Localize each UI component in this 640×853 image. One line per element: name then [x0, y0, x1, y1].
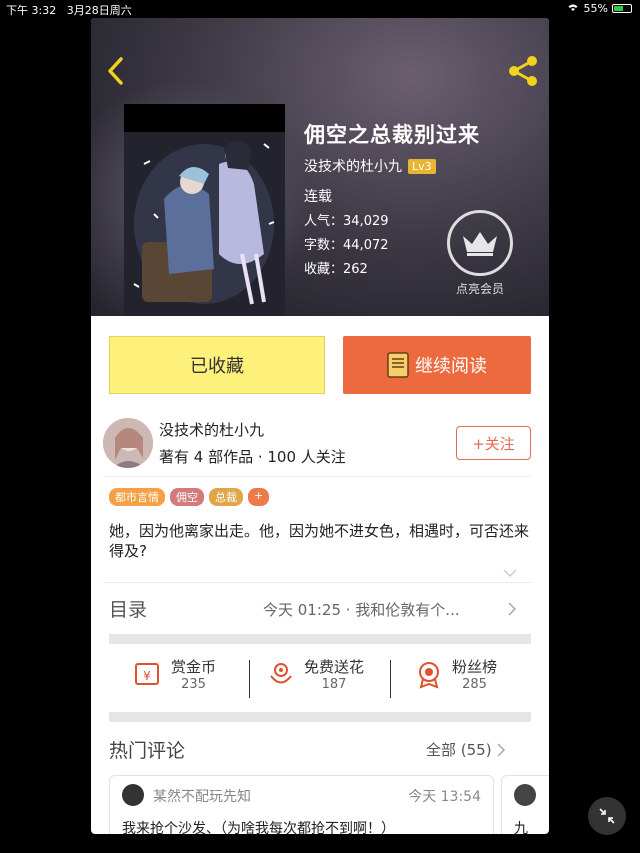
share-button[interactable] [505, 54, 541, 88]
all-comments-label: 全部 (55) [426, 741, 492, 759]
commenter-name[interactable]: 某然不配玩先知 [153, 786, 251, 806]
stat-value: 44,072 [343, 238, 389, 253]
stat-word-count: 字数：44,072 [304, 234, 389, 253]
status-right: 55% [566, 2, 632, 15]
tag-chip[interactable]: 都市言情 [109, 488, 165, 506]
divider [390, 660, 391, 698]
battery-icon [612, 4, 632, 13]
reward-coin-icon: ¥ [135, 663, 159, 685]
stat-label: 字数： [304, 238, 344, 253]
stat-label: 收藏： [304, 262, 344, 277]
fans-ranking-button[interactable]: 粉丝榜 285 [414, 656, 497, 692]
send-flower-count: 187 [321, 677, 347, 692]
cover-illustration [124, 104, 285, 316]
collapse-arrows-icon [599, 808, 615, 824]
divider [103, 476, 531, 477]
author-avatar[interactable] [103, 418, 153, 468]
tag-list: 都市言情 佣空 总裁 + [109, 488, 270, 506]
chevron-down-icon [503, 569, 517, 578]
expand-description-button[interactable] [502, 563, 518, 582]
send-flower-button[interactable]: 免费送花 187 [266, 656, 364, 692]
flower-icon [270, 663, 292, 684]
send-flower-label: 免费送花 [304, 658, 365, 676]
status-bar: 下午 3:32 3月28日周六 55% [0, 0, 640, 18]
stat-value: 262 [343, 262, 368, 277]
commenter-avatar[interactable] [514, 784, 536, 806]
status-date: 3月28日周六 [66, 4, 132, 17]
book-author[interactable]: 没技术的杜小九 [304, 156, 402, 176]
book-header: 佣空之总裁别过来 没技术的杜小九 Lv3 连载 人气：34,029 字数：44,… [91, 18, 549, 316]
stat-label: 人气： [304, 214, 344, 229]
toc-label[interactable]: 目录 [109, 595, 147, 622]
toc-latest-chapter[interactable]: 今天 01:25 · 我和伦敦有个... [263, 599, 460, 620]
chevron-right-icon [497, 742, 505, 757]
author-level-badge: Lv3 [408, 158, 436, 174]
book-author-line: 没技术的杜小九 Lv3 [304, 156, 436, 176]
divider [103, 582, 531, 583]
comment-text: 九 [514, 821, 528, 834]
book-icon [387, 352, 409, 378]
book-status: 连载 [304, 189, 332, 205]
medal-icon [419, 662, 439, 689]
follow-button[interactable]: +关注 [456, 426, 531, 460]
comment-text: 我来抢个沙发、（为啥我每次都抢不到啊！） [122, 821, 395, 834]
section-band [109, 634, 531, 644]
battery-percent: 55% [583, 2, 608, 15]
toc-arrow[interactable] [507, 601, 517, 621]
section-band [109, 712, 531, 722]
tag-chip[interactable]: 总裁 [209, 488, 243, 506]
reward-coins-text: 赏金币 235 [171, 656, 216, 692]
stat-popularity: 人气：34,029 [304, 210, 389, 229]
svg-text:¥: ¥ [143, 669, 151, 683]
status-time-date: 下午 3:32 3月28日周六 [6, 2, 132, 18]
commenter-avatar[interactable] [122, 784, 144, 806]
book-detail-page: 佣空之总裁别过来 没技术的杜小九 Lv3 连载 人气：34,029 字数：44,… [91, 18, 549, 834]
status-time: 下午 3:32 [6, 4, 57, 17]
all-comments-link[interactable]: 全部 (55) [426, 739, 506, 760]
back-button[interactable] [101, 54, 129, 88]
vip-button[interactable]: 点亮会员 [444, 210, 516, 297]
vip-label: 点亮会员 [455, 282, 504, 296]
hot-comments-title: 热门评论 [109, 740, 186, 762]
crown-icon [447, 210, 513, 276]
reward-coins-count: 235 [181, 677, 206, 692]
book-description: 她，因为他离家出走。他，因为她不进女色，相遇时，可否还来得及? [109, 522, 530, 560]
book-title: 佣空之总裁别过来 [304, 123, 480, 147]
favorited-button[interactable]: 已收藏 [109, 336, 325, 394]
comment-card[interactable]: 某然不配玩先知 今天 13:54 我来抢个沙发、（为啥我每次都抢不到啊！） [109, 775, 494, 834]
fans-ranking-count: 285 [462, 677, 487, 692]
reward-coins-label: 赏金币 [171, 658, 217, 676]
add-tag-button[interactable]: + [248, 488, 270, 506]
author-name[interactable]: 没技术的杜小九 [159, 419, 264, 440]
share-icon [509, 56, 537, 86]
continue-reading-button[interactable]: 继续阅读 [343, 336, 531, 394]
wifi-icon [566, 2, 580, 15]
reward-coins-button[interactable]: ¥ 赏金币 235 [133, 656, 216, 692]
chevron-right-icon [508, 602, 517, 616]
chevron-left-icon [108, 57, 123, 85]
book-cover[interactable] [124, 104, 285, 316]
send-flower-text: 免费送花 187 [304, 656, 364, 692]
stat-value: 34,029 [343, 214, 389, 229]
comment-card[interactable]: 九 [501, 775, 549, 834]
divider [249, 660, 250, 698]
author-meta: 著有 4 部作品 · 100 人关注 [159, 448, 346, 466]
stat-favorites: 收藏：262 [304, 258, 368, 277]
comment-time: 今天 13:54 [408, 789, 481, 805]
exit-fullscreen-button[interactable] [588, 797, 626, 835]
fans-ranking-label: 粉丝榜 [452, 658, 498, 676]
tag-chip[interactable]: 佣空 [170, 488, 204, 506]
continue-reading-label: 继续阅读 [415, 356, 487, 377]
fans-ranking-text: 粉丝榜 285 [452, 656, 497, 692]
